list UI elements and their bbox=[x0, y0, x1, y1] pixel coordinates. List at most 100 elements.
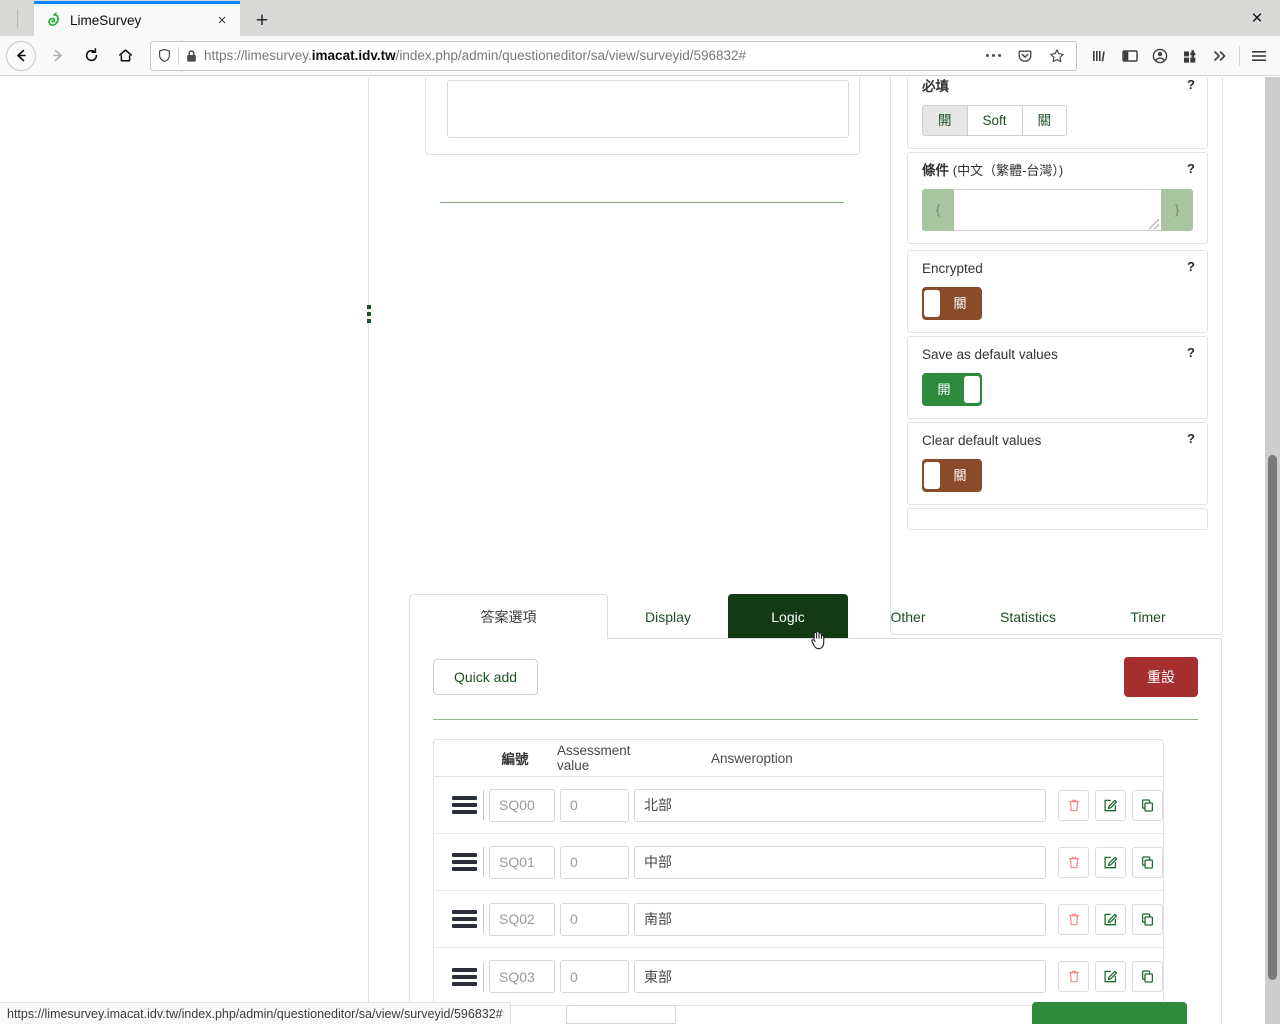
answer-code-input[interactable]: SQ01 bbox=[489, 845, 555, 879]
padlock-icon[interactable] bbox=[185, 49, 198, 63]
library-icon[interactable] bbox=[1085, 41, 1115, 71]
help-icon[interactable]: ? bbox=[1187, 431, 1195, 446]
question-help-textarea[interactable] bbox=[447, 80, 849, 138]
copy-icon[interactable] bbox=[1132, 961, 1163, 992]
account-icon[interactable] bbox=[1145, 41, 1175, 71]
answer-option-input[interactable]: 南部 bbox=[634, 902, 1046, 936]
help-icon[interactable]: ? bbox=[1187, 77, 1195, 92]
answer-code-input[interactable]: SQ03 bbox=[489, 960, 555, 993]
copy-icon[interactable] bbox=[1132, 789, 1163, 821]
tab-display[interactable]: Display bbox=[608, 594, 728, 638]
pencil-square-icon[interactable] bbox=[1095, 961, 1126, 992]
setting-mandatory: ? 必填 開 Soft 關 bbox=[907, 77, 1208, 150]
hamburger-menu-icon[interactable] bbox=[1244, 41, 1274, 71]
drag-handle-icon[interactable] bbox=[452, 853, 477, 871]
section-divider bbox=[440, 202, 844, 203]
assessment-value-input[interactable]: 0 bbox=[560, 902, 629, 936]
home-icon[interactable] bbox=[108, 40, 142, 72]
url-text[interactable]: https://limesurvey.imacat.idv.tw/index.p… bbox=[204, 48, 974, 63]
quick-add-button[interactable]: Quick add bbox=[433, 659, 539, 695]
copy-icon[interactable] bbox=[1132, 903, 1163, 935]
tab-statistics[interactable]: Statistics bbox=[968, 594, 1088, 638]
answer-option-input[interactable]: 東部 bbox=[634, 960, 1046, 993]
browser-tab-limesurvey[interactable]: LimeSurvey × bbox=[34, 1, 240, 36]
trash-icon[interactable] bbox=[1058, 789, 1089, 821]
window-close-icon[interactable]: ✕ bbox=[1234, 0, 1280, 36]
answer-table-header: 編號 Assessment value Answeroption bbox=[434, 740, 1163, 777]
back-arrow-icon[interactable] bbox=[6, 40, 36, 71]
setting-mandatory-label: 必填 bbox=[922, 79, 949, 94]
pocket-icon[interactable] bbox=[1012, 43, 1038, 69]
help-icon[interactable]: ? bbox=[1187, 259, 1195, 274]
setting-clear-default-label: Clear default values bbox=[922, 433, 1042, 448]
page-viewport: ? 必填 開 Soft 關 ? 條件 (中文（繁體-台灣）) {} ? Enc… bbox=[0, 77, 1280, 1024]
panel-splitter[interactable] bbox=[360, 77, 376, 1024]
scrollbar-thumb[interactable] bbox=[1268, 455, 1277, 980]
help-icon[interactable]: ? bbox=[1187, 345, 1195, 360]
clear-default-toggle-label: 關 bbox=[953, 467, 967, 483]
clear-default-toggle[interactable]: 關 bbox=[922, 458, 982, 492]
drag-handle-icon[interactable] bbox=[452, 910, 477, 928]
pencil-square-icon[interactable] bbox=[1095, 846, 1126, 878]
setting-condition-label-main: 條件 bbox=[922, 163, 949, 178]
extensions-icon[interactable] bbox=[1175, 41, 1205, 71]
pencil-square-icon[interactable] bbox=[1095, 789, 1126, 821]
left-panel bbox=[0, 77, 360, 1024]
setting-encrypted-label: Encrypted bbox=[922, 261, 983, 276]
table-row: SQ00 0 北部 bbox=[434, 777, 1163, 834]
encrypted-toggle[interactable]: 關 bbox=[922, 286, 982, 320]
address-bar[interactable]: https://limesurvey.imacat.idv.tw/index.p… bbox=[150, 40, 1077, 71]
splitter-line bbox=[368, 77, 369, 1024]
browser-window: LimeSurvey × + ✕ https://limesurvey.imac… bbox=[0, 0, 1280, 1024]
mandatory-option-off[interactable]: 關 bbox=[1021, 104, 1068, 137]
row-actions bbox=[1058, 961, 1163, 992]
drag-handle-icon[interactable] bbox=[452, 967, 477, 986]
trash-icon[interactable] bbox=[1058, 961, 1089, 992]
assessment-value-input[interactable]: 0 bbox=[560, 845, 629, 879]
star-icon[interactable] bbox=[1044, 43, 1070, 69]
browser-toolbar-icons bbox=[1085, 41, 1274, 71]
reload-icon[interactable] bbox=[74, 40, 108, 72]
sidebar-icon[interactable] bbox=[1115, 41, 1145, 71]
close-icon[interactable]: × bbox=[212, 10, 232, 30]
condition-textarea[interactable] bbox=[954, 188, 1161, 231]
resize-grip-icon[interactable] bbox=[1149, 218, 1159, 229]
drag-handle-icon[interactable] bbox=[365, 305, 372, 323]
page-scrollbar[interactable] bbox=[1265, 77, 1280, 1024]
new-tab-button[interactable]: + bbox=[242, 4, 282, 36]
mandatory-option-soft[interactable]: Soft bbox=[966, 104, 1022, 137]
overflow-chevrons-icon[interactable] bbox=[1205, 41, 1235, 71]
trash-icon[interactable] bbox=[1058, 846, 1089, 878]
mandatory-button-group: 開 Soft 關 bbox=[922, 104, 1068, 137]
tab-logic[interactable]: Logic bbox=[728, 594, 848, 638]
table-row: SQ03 0 東部 bbox=[434, 948, 1163, 1005]
tab-other[interactable]: Other bbox=[848, 594, 968, 638]
assessment-value-input[interactable]: 0 bbox=[560, 788, 629, 822]
ellipsis-icon[interactable] bbox=[980, 43, 1006, 69]
column-header-assessment: Assessment value bbox=[557, 743, 631, 773]
bottom-save-button-partial[interactable] bbox=[1032, 1002, 1187, 1024]
save-default-toggle[interactable]: 開 bbox=[922, 372, 982, 406]
reset-button[interactable]: 重設 bbox=[1124, 657, 1198, 697]
copy-icon[interactable] bbox=[1132, 846, 1163, 878]
answer-option-input[interactable]: 北部 bbox=[634, 788, 1046, 822]
tab-answer-options[interactable]: 答案選項 bbox=[409, 594, 608, 639]
setting-save-default-label: Save as default values bbox=[922, 347, 1058, 362]
toggle-knob bbox=[964, 375, 980, 403]
answer-code-input[interactable]: SQ00 bbox=[489, 788, 555, 822]
drag-handle-icon[interactable] bbox=[452, 796, 477, 814]
pencil-square-icon[interactable] bbox=[1095, 903, 1126, 935]
row-divider bbox=[483, 904, 484, 934]
setting-placeholder-box bbox=[907, 508, 1208, 530]
bottom-input-partial[interactable] bbox=[566, 1005, 676, 1024]
tracking-shield-icon[interactable] bbox=[157, 48, 172, 63]
trash-icon[interactable] bbox=[1058, 903, 1089, 935]
assessment-value-input[interactable]: 0 bbox=[560, 960, 629, 993]
answer-option-input[interactable]: 中部 bbox=[634, 845, 1046, 879]
mandatory-option-on[interactable]: 開 bbox=[922, 104, 967, 137]
tab-timer[interactable]: Timer bbox=[1088, 594, 1208, 638]
limesurvey-question-editor: ? 必填 開 Soft 關 ? 條件 (中文（繁體-台灣）) {} ? Enc… bbox=[0, 77, 1265, 1024]
help-icon[interactable]: ? bbox=[1187, 161, 1195, 176]
answer-code-input[interactable]: SQ02 bbox=[489, 902, 555, 936]
row-actions bbox=[1058, 789, 1163, 821]
